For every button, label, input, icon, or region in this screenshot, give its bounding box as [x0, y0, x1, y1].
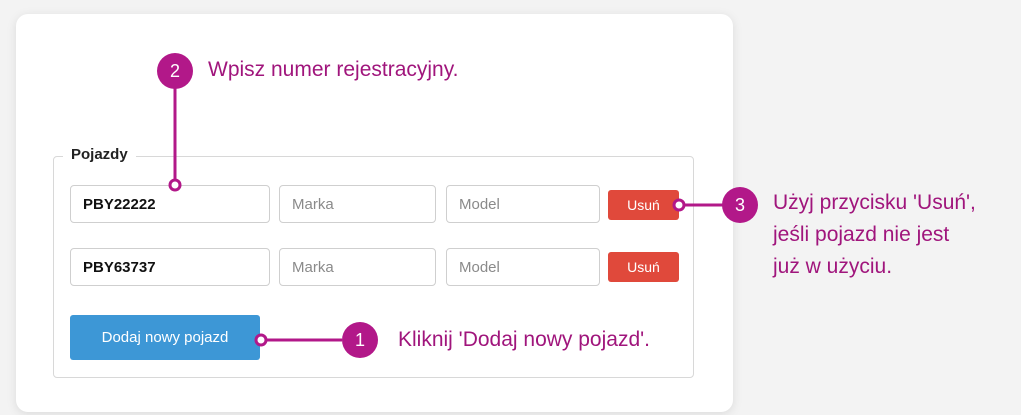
model-input-2[interactable]: Model — [446, 248, 600, 286]
brand-input-1[interactable]: Marka — [279, 185, 436, 223]
step-2-badge: 2 — [157, 53, 193, 89]
step-2-text: Wpisz numer rejestracyjny. — [208, 58, 459, 81]
step-1-text: Kliknij 'Dodaj nowy pojazd'. — [398, 328, 650, 351]
step-3-text-line-2: jeśli pojazd nie jest — [773, 223, 950, 246]
step-3-text-line-3: już w użyciu. — [773, 255, 893, 278]
add-vehicle-button[interactable]: Dodaj nowy pojazd — [70, 315, 260, 360]
step-3-text-line-1: Użyj przycisku 'Usuń', — [773, 191, 976, 214]
step-1-badge: 1 — [342, 322, 378, 358]
vehicles-legend: Pojazdy — [63, 146, 136, 163]
remove-button-2[interactable]: Usuń — [608, 252, 679, 282]
step-3-badge: 3 — [722, 187, 758, 223]
plate-input-2[interactable]: PBY63737 — [70, 248, 270, 286]
brand-input-2[interactable]: Marka — [279, 248, 436, 286]
plate-input-1[interactable]: PBY22222 — [70, 185, 270, 223]
model-input-1[interactable]: Model — [446, 185, 600, 223]
remove-button-1[interactable]: Usuń — [608, 190, 679, 220]
